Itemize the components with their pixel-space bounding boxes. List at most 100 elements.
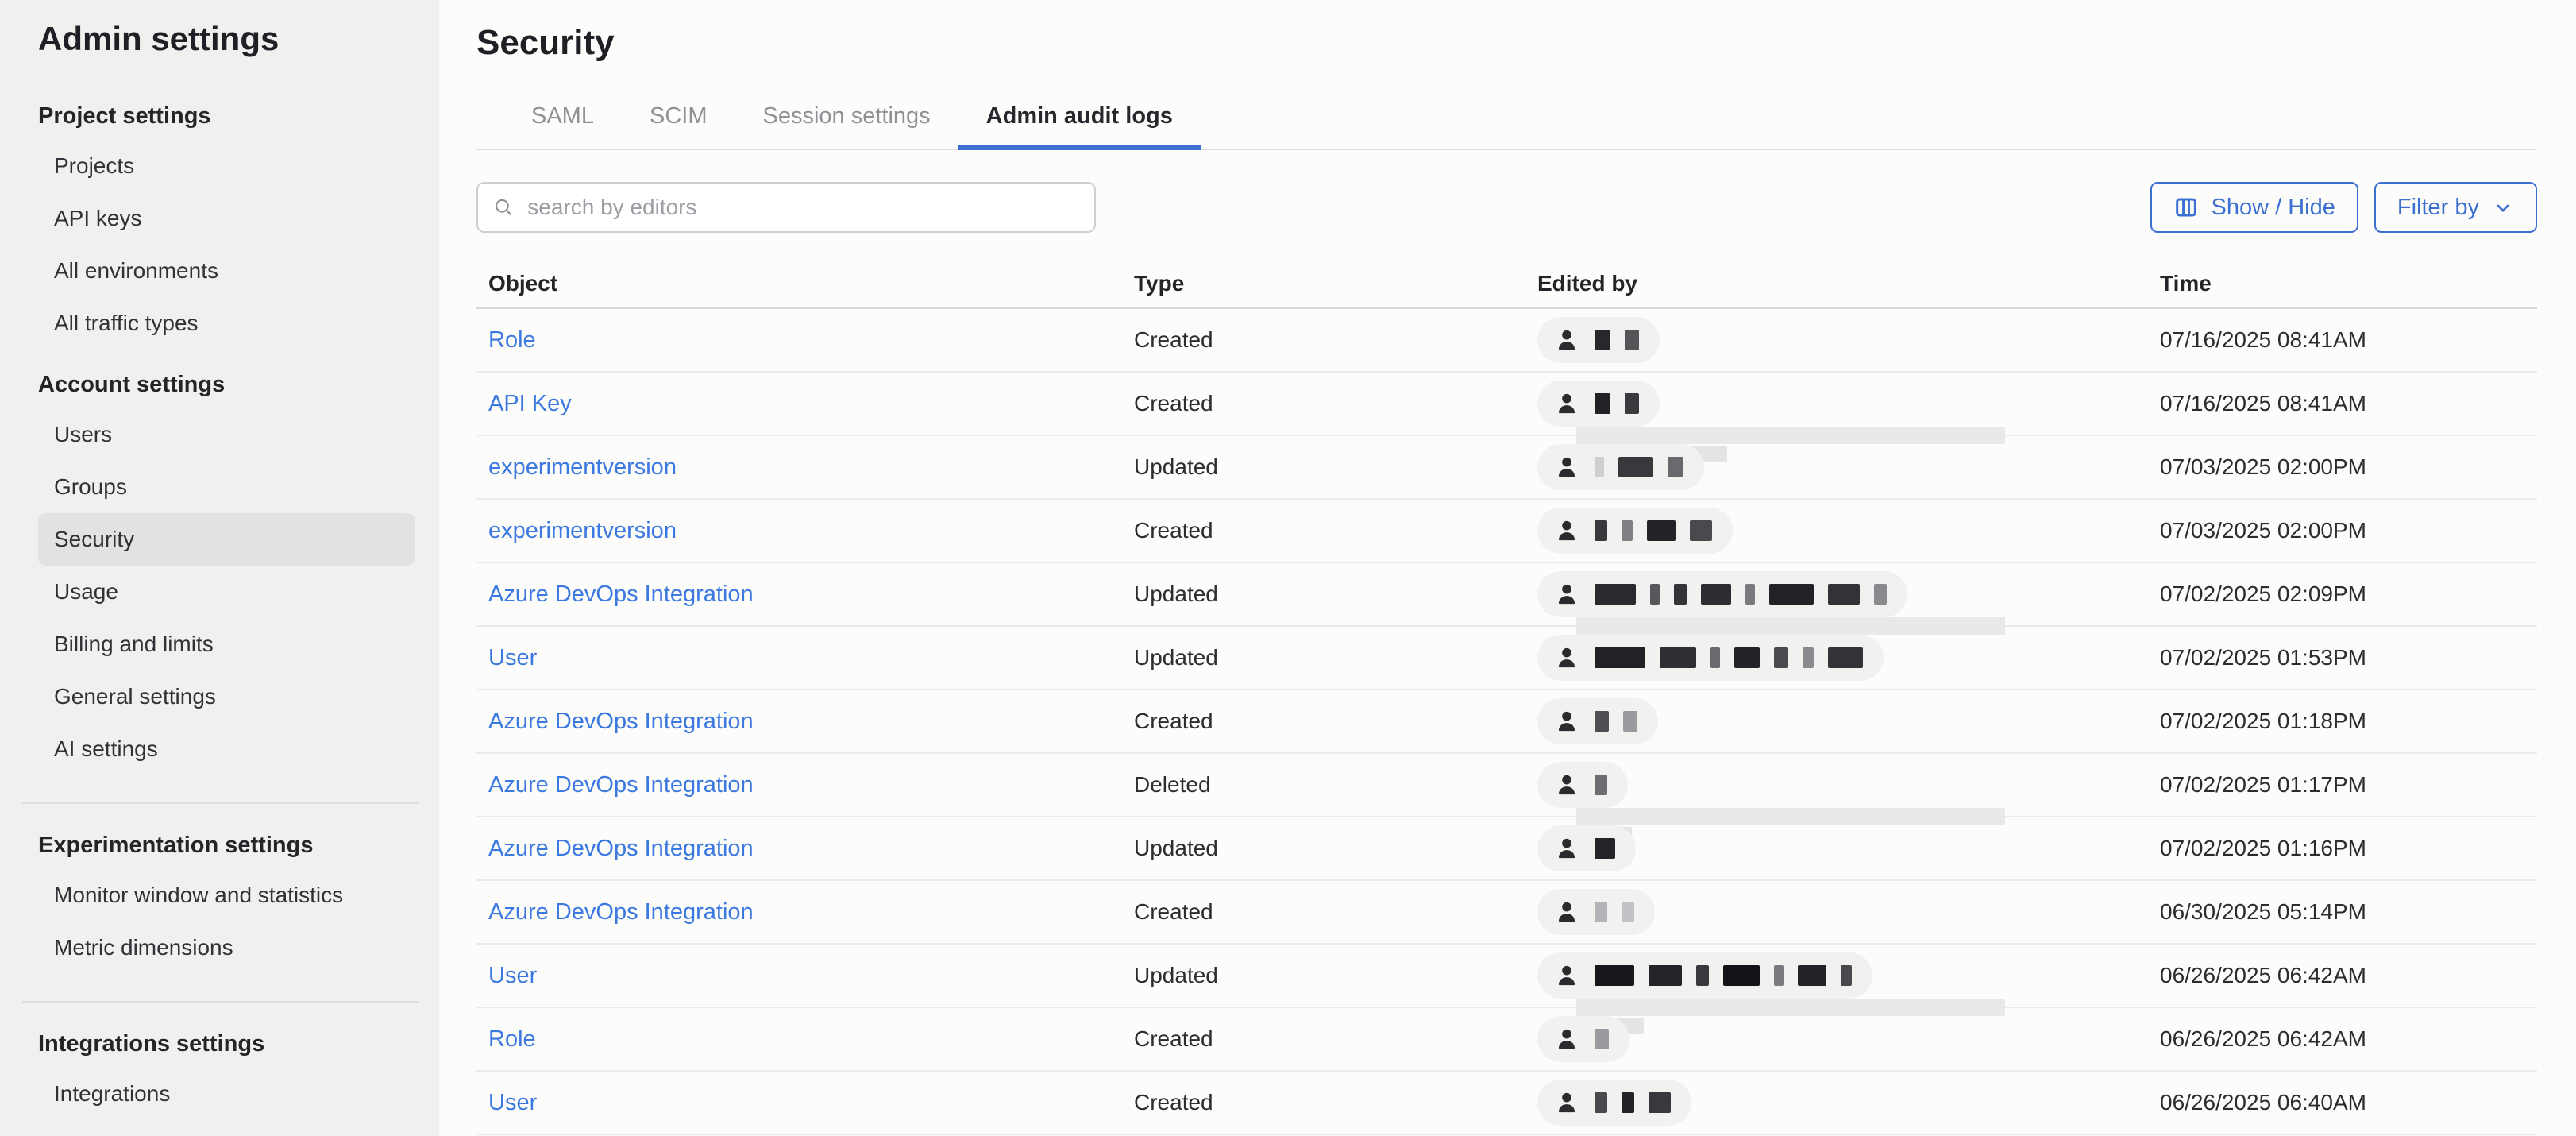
edited-by-cell <box>1537 690 2160 752</box>
sidebar-item-all-traffic-types[interactable]: All traffic types <box>38 297 415 350</box>
redacted-name-block <box>1622 1092 1634 1113</box>
tab-saml[interactable]: SAML <box>503 103 622 149</box>
column-header-type: Type <box>1134 271 1537 296</box>
editor-avatar-pill <box>1537 952 1872 999</box>
tab-admin-audit-logs[interactable]: Admin audit logs <box>958 103 1201 150</box>
table-row: experimentversionUpdated07/03/2025 02:00… <box>476 436 2537 500</box>
person-icon <box>1553 1026 1580 1053</box>
object-cell: Azure DevOps Integration <box>476 836 1134 862</box>
edited-by-cell <box>1537 500 2160 562</box>
type-cell: Created <box>1134 391 1537 416</box>
sidebar-item-groups[interactable]: Groups <box>38 461 415 513</box>
redacted-name-block <box>1674 584 1687 605</box>
object-link[interactable]: Azure DevOps Integration <box>488 899 754 925</box>
redacted-name-block <box>1595 965 1634 986</box>
type-cell: Created <box>1134 1026 1537 1052</box>
object-link[interactable]: Azure DevOps Integration <box>488 772 754 798</box>
object-cell: Role <box>476 327 1134 354</box>
sidebar-item-ai-settings[interactable]: AI settings <box>38 723 415 775</box>
object-link[interactable]: User <box>488 1090 537 1115</box>
redacted-name-block <box>1618 457 1653 477</box>
redacted-name-block <box>1622 520 1633 541</box>
object-cell: Azure DevOps Integration <box>476 772 1134 798</box>
sidebar-section-label: Integrations settings <box>38 1030 439 1058</box>
editor-avatar-pill <box>1537 1016 1629 1062</box>
sidebar-item-users[interactable]: Users <box>38 408 415 461</box>
toolbar-buttons: Show / Hide Filter by <box>2150 182 2538 233</box>
object-link[interactable]: API Key <box>488 391 572 416</box>
sidebar-item-security[interactable]: Security <box>38 513 415 566</box>
redacted-name-block <box>1595 520 1607 541</box>
object-link[interactable]: Role <box>488 1026 536 1052</box>
object-link[interactable]: Azure DevOps Integration <box>488 582 754 607</box>
redacted-name-block <box>1595 1029 1609 1049</box>
sidebar-item-general-settings[interactable]: General settings <box>38 670 415 723</box>
redacted-name-block <box>1774 647 1788 668</box>
redacted-name-block <box>1828 584 1860 605</box>
edited-by-cell <box>1537 1008 2160 1070</box>
redacted-name-block <box>1660 647 1696 668</box>
tab-bar: SAMLSCIMSession settingsAdmin audit logs <box>476 103 2537 150</box>
redacted-name-block <box>1649 965 1682 986</box>
time-cell: 07/02/2025 01:17PM <box>2160 772 2537 798</box>
redacted-name-block <box>1595 457 1604 477</box>
type-cell: Created <box>1134 709 1537 734</box>
redacted-name-block <box>1625 393 1639 414</box>
search-icon <box>492 195 515 219</box>
redacted-name-block <box>1774 965 1784 986</box>
redacted-name-block <box>1769 584 1814 605</box>
person-icon <box>1553 1089 1580 1116</box>
person-icon <box>1553 898 1580 925</box>
time-cell: 07/16/2025 08:41AM <box>2160 391 2537 416</box>
object-cell: Azure DevOps Integration <box>476 582 1134 608</box>
tab-session-settings[interactable]: Session settings <box>735 103 958 149</box>
sidebar-item-usage[interactable]: Usage <box>38 566 415 618</box>
sidebar-item-monitor-window-and-statistics[interactable]: Monitor window and statistics <box>38 869 415 922</box>
filter-by-button[interactable]: Filter by <box>2374 182 2537 233</box>
sidebar-item-metric-dimensions[interactable]: Metric dimensions <box>38 922 415 974</box>
edited-by-cell <box>1537 309 2160 371</box>
table-row: Azure DevOps IntegrationDeleted07/02/202… <box>476 754 2537 817</box>
person-icon <box>1553 708 1580 735</box>
sidebar-item-all-environments[interactable]: All environments <box>38 245 415 297</box>
edited-by-cell <box>1537 436 2160 498</box>
sidebar-item-api-keys[interactable]: API keys <box>38 192 415 245</box>
column-header-object: Object <box>476 271 1134 296</box>
edited-by-cell <box>1537 627 2160 689</box>
object-link[interactable]: experimentversion <box>488 454 677 480</box>
search-box[interactable] <box>476 182 1096 233</box>
editor-avatar-pill <box>1537 381 1660 427</box>
page-title: Security <box>476 24 2537 62</box>
object-link[interactable]: Role <box>488 327 536 353</box>
editor-avatar-pill <box>1537 762 1628 808</box>
table-row: Azure DevOps IntegrationCreated06/30/202… <box>476 881 2537 945</box>
table-row: API Key Created 07/16/2025 08:41AM <box>476 373 2537 436</box>
redacted-name-block <box>1595 838 1615 859</box>
tab-scim[interactable]: SCIM <box>622 103 735 149</box>
object-link[interactable]: User <box>488 963 537 988</box>
object-link[interactable]: experimentversion <box>488 518 677 543</box>
editor-avatar-pill <box>1537 1080 1691 1126</box>
sidebar-item-projects[interactable]: Projects <box>38 140 415 192</box>
sidebar-section-label: Account settings <box>38 370 439 399</box>
redacted-name-block <box>1595 647 1645 668</box>
redacted-name-block <box>1803 647 1814 668</box>
editor-avatar-pill <box>1537 317 1660 363</box>
object-cell: API Key <box>476 391 1134 417</box>
sidebar-item-integrations[interactable]: Integrations <box>38 1068 415 1120</box>
object-link[interactable]: User <box>488 645 537 670</box>
sidebar-sections: Project settingsProjectsAPI keysAll envi… <box>38 102 439 1120</box>
search-input[interactable] <box>526 194 1080 221</box>
redacted-name-block <box>1649 1092 1671 1113</box>
show-hide-button[interactable]: Show / Hide <box>2150 182 2358 233</box>
sidebar-item-billing-and-limits[interactable]: Billing and limits <box>38 618 415 670</box>
object-link[interactable]: Azure DevOps Integration <box>488 836 754 861</box>
sidebar-title: Admin settings <box>38 21 439 57</box>
type-cell: Created <box>1134 518 1537 543</box>
object-cell: Azure DevOps Integration <box>476 709 1134 735</box>
redacted-name-block <box>1623 711 1637 732</box>
redacted-name-block <box>1710 647 1720 668</box>
object-link[interactable]: Azure DevOps Integration <box>488 709 754 734</box>
editor-avatar-pill <box>1537 698 1658 744</box>
person-icon <box>1553 644 1580 671</box>
